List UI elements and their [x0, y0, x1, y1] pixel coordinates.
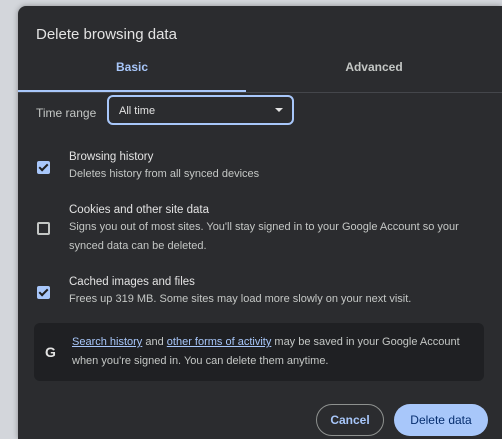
search-history-link[interactable]: Search history [72, 336, 142, 348]
browsing-history-description: Deletes history from all synced devices [69, 168, 260, 180]
tab-basic[interactable]: Basic [18, 56, 246, 92]
notice-and: and [145, 336, 164, 348]
time-range-label: Time range [36, 106, 97, 120]
tab-bar: Basic Advanced [18, 56, 502, 93]
cached-images-title: Cached images and files [69, 276, 195, 288]
cookies-title: Cookies and other site data [69, 204, 210, 216]
cached-images-checkbox[interactable] [37, 286, 50, 299]
notice-text: Search history and other forms of activi… [72, 333, 477, 371]
cached-images-description: Frees up 319 MB. Some sites may load mor… [69, 293, 412, 305]
time-range-value: All time [119, 105, 156, 117]
time-range-select[interactable]: All time [107, 95, 294, 125]
browsing-history-title: Browsing history [69, 151, 154, 163]
browsing-history-checkbox[interactable] [37, 161, 50, 174]
delete-browsing-data-dialog: Delete browsing data Basic Advanced Time… [18, 6, 502, 439]
dropdown-caret-icon [275, 108, 283, 112]
dialog-title: Delete browsing data [36, 26, 177, 43]
cookies-description: Signs you out of most sites. You'll stay… [69, 221, 459, 252]
tab-advanced[interactable]: Advanced [256, 56, 492, 90]
cookies-checkbox[interactable] [37, 222, 50, 235]
google-g-icon: G [45, 344, 56, 360]
delete-data-button[interactable]: Delete data [394, 404, 488, 436]
cancel-button[interactable]: Cancel [316, 404, 384, 436]
google-activity-notice: G Search history and other forms of acti… [34, 323, 484, 381]
other-activity-link[interactable]: other forms of activity [167, 336, 272, 348]
